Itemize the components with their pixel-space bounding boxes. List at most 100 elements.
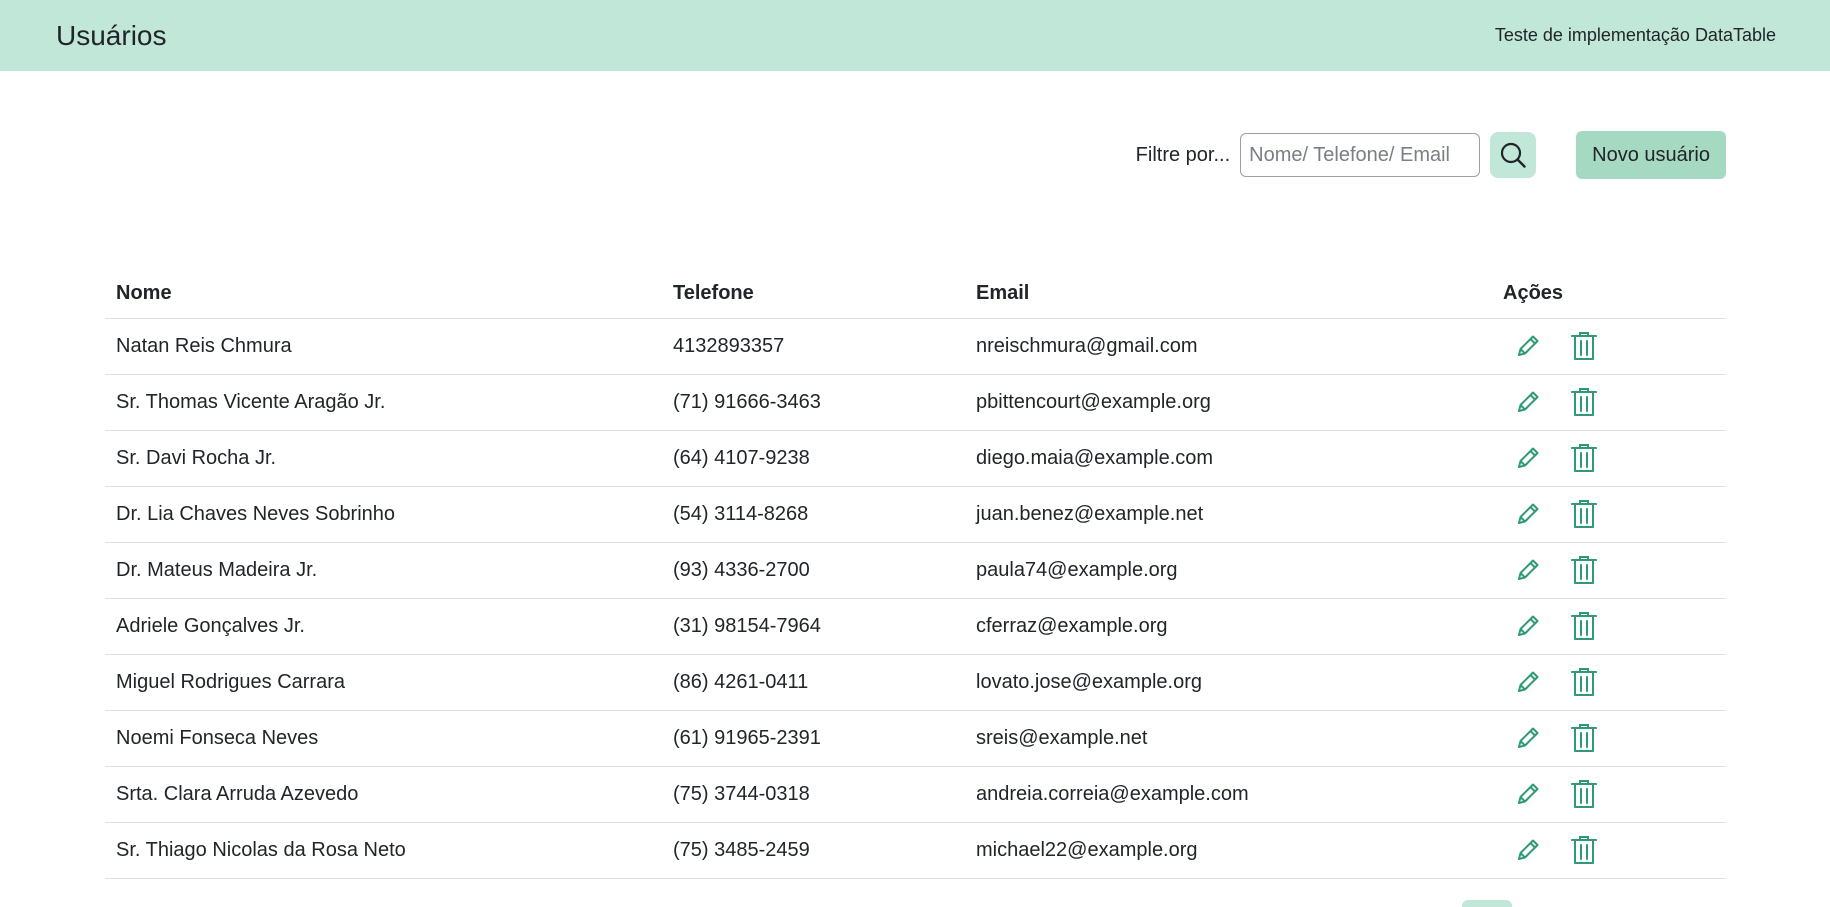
cell-nome: Miguel Rodrigues Carrara: [105, 654, 662, 711]
trash-icon: [1571, 836, 1597, 864]
delete-button[interactable]: [1567, 497, 1601, 531]
table-row: Dr. Mateus Madeira Jr. (93) 4336-2700 paul…: [105, 542, 1726, 599]
cell-acoes: [1492, 822, 1726, 879]
users-table: Nome Telefone Email Ações Natan Reis Chm…: [105, 270, 1726, 879]
column-header-acoes: Ações: [1492, 270, 1726, 319]
next-page-button[interactable]: >: [1614, 900, 1664, 907]
table-header-row: Nome Telefone Email Ações: [105, 270, 1726, 319]
table-row: Srta. Clara Arruda Azevedo (75) 3744-0318…: [105, 766, 1726, 823]
delete-button[interactable]: [1567, 721, 1601, 755]
cell-acoes: [1492, 486, 1726, 543]
table-row: Sr. Davi Rocha Jr. (64) 4107-9238 diego.ma…: [105, 430, 1726, 487]
cell-email: andreia.correia@example.com: [965, 766, 1492, 823]
edit-button[interactable]: [1511, 833, 1545, 867]
row-actions: [1503, 777, 1715, 811]
cell-nome: Sr. Davi Rocha Jr.: [105, 430, 662, 487]
delete-button[interactable]: [1567, 833, 1601, 867]
page-button-3[interactable]: 3: [1562, 900, 1612, 907]
pencil-icon: [1518, 335, 1539, 356]
edit-button[interactable]: [1511, 721, 1545, 755]
delete-button[interactable]: [1567, 609, 1601, 643]
cell-nome: Srta. Clara Arruda Azevedo: [105, 766, 662, 823]
cell-nome: Dr. Lia Chaves Neves Sobrinho: [105, 486, 662, 543]
edit-button[interactable]: [1511, 665, 1545, 699]
trash-icon: [1571, 612, 1597, 640]
app-header: Usuários Teste de implementação DataTabl…: [0, 0, 1830, 71]
cell-telefone: (86) 4261-0411: [662, 654, 965, 711]
cell-email: diego.maia@example.com: [965, 430, 1492, 487]
filter-label: Filtre por...: [1135, 143, 1231, 166]
trash-icon: [1571, 500, 1597, 528]
edit-button[interactable]: [1511, 497, 1545, 531]
cell-email: pbittencourt@example.org: [965, 374, 1492, 431]
column-header-email[interactable]: Email: [965, 270, 1492, 319]
cell-email: cferraz@example.org: [965, 598, 1492, 655]
cell-nome: Adriele Gonçalves Jr.: [105, 598, 662, 655]
cell-telefone: (75) 3485-2459: [662, 822, 965, 879]
cell-email: juan.benez@example.net: [965, 486, 1492, 543]
cell-telefone: (31) 98154-7964: [662, 598, 965, 655]
edit-button[interactable]: [1511, 329, 1545, 363]
row-actions: [1503, 665, 1715, 699]
cell-acoes: [1492, 430, 1726, 487]
table-body: Natan Reis Chmura 4132893357 nreischmura@g…: [105, 318, 1726, 879]
cell-email: paula74@example.org: [965, 542, 1492, 599]
table-row: Miguel Rodrigues Carrara (86) 4261-0411 lo…: [105, 654, 1726, 711]
cell-email: lovato.jose@example.org: [965, 654, 1492, 711]
pencil-icon: [1518, 503, 1539, 524]
pencil-icon: [1518, 783, 1539, 804]
cell-telefone: (75) 3744-0318: [662, 766, 965, 823]
pencil-icon: [1518, 671, 1539, 692]
cell-acoes: [1492, 654, 1726, 711]
pagination: 1 2 3 > >>: [1462, 900, 1726, 907]
delete-button[interactable]: [1567, 329, 1601, 363]
delete-button[interactable]: [1567, 441, 1601, 475]
edit-button[interactable]: [1511, 777, 1545, 811]
page-button-1[interactable]: 1: [1462, 900, 1512, 907]
cell-telefone: (71) 91666-3463: [662, 374, 965, 431]
pencil-icon: [1518, 559, 1539, 580]
search-input[interactable]: [1240, 133, 1481, 177]
cell-nome: Noemi Fonseca Neves: [105, 710, 662, 767]
delete-button[interactable]: [1567, 777, 1601, 811]
row-actions: [1503, 721, 1715, 755]
row-actions: [1503, 553, 1715, 587]
cell-email: michael22@example.org: [965, 822, 1492, 879]
edit-button[interactable]: [1511, 553, 1545, 587]
trash-icon: [1571, 780, 1597, 808]
page-button-2[interactable]: 2: [1512, 900, 1562, 907]
header-subtitle: Teste de implementação DataTable: [1494, 25, 1776, 45]
table-row: Dr. Lia Chaves Neves Sobrinho (54) 3114-8…: [105, 486, 1726, 543]
delete-button[interactable]: [1567, 385, 1601, 419]
main-content: Filtre por... Novo usuário Nome Telefone…: [0, 71, 1830, 907]
cell-telefone: (64) 4107-9238: [662, 430, 965, 487]
last-page-button[interactable]: >>: [1676, 900, 1726, 907]
cell-nome: Dr. Mateus Madeira Jr.: [105, 542, 662, 599]
table-row: Sr. Thomas Vicente Aragão Jr. (71) 91666-…: [105, 374, 1726, 431]
edit-button[interactable]: [1511, 385, 1545, 419]
cell-acoes: [1492, 598, 1726, 655]
trash-icon: [1571, 668, 1597, 696]
row-actions: [1503, 833, 1715, 867]
new-user-button[interactable]: Novo usuário: [1576, 131, 1726, 179]
delete-button[interactable]: [1567, 665, 1601, 699]
edit-button[interactable]: [1511, 441, 1545, 475]
cell-nome: Sr. Thomas Vicente Aragão Jr.: [105, 374, 662, 431]
cell-telefone: 4132893357: [662, 318, 965, 375]
table-row: Adriele Gonçalves Jr. (31) 98154-7964 cfer…: [105, 598, 1726, 655]
cell-email: sreis@example.net: [965, 710, 1492, 767]
pencil-icon: [1518, 727, 1539, 748]
delete-button[interactable]: [1567, 553, 1601, 587]
cell-acoes: [1492, 710, 1726, 767]
trash-icon: [1571, 332, 1597, 360]
column-header-telefone[interactable]: Telefone: [662, 270, 965, 319]
search-button[interactable]: [1490, 132, 1537, 178]
cell-telefone: (61) 91965-2391: [662, 710, 965, 767]
trash-icon: [1571, 724, 1597, 752]
edit-button[interactable]: [1511, 609, 1545, 643]
pencil-icon: [1518, 447, 1539, 468]
trash-icon: [1571, 388, 1597, 416]
row-actions: [1503, 497, 1715, 531]
column-header-nome[interactable]: Nome: [105, 270, 662, 319]
search-icon: [1501, 142, 1526, 168]
